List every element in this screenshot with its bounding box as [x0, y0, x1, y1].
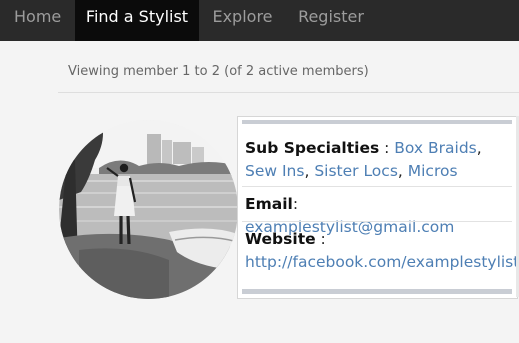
nav-home[interactable]: Home — [0, 0, 75, 41]
row-separator — [242, 186, 512, 187]
website-label: Website — [245, 230, 316, 248]
nav-register[interactable]: Register — [286, 0, 376, 41]
specialty-link-sew-ins[interactable]: Sew Ins — [245, 162, 304, 180]
divider — [58, 92, 519, 93]
row-separator — [242, 221, 512, 222]
website-row: Website : http://facebook.com/examplestyl… — [245, 228, 519, 274]
stylist-avatar[interactable] — [59, 120, 238, 299]
specialty-link-box-braids[interactable]: Box Braids — [394, 139, 476, 157]
website-link[interactable]: http://facebook.com/examplestylist — [245, 253, 519, 271]
card-bottom-bar — [242, 289, 512, 294]
sub-specialties-label: Sub Specialties — [245, 139, 380, 157]
stylist-photo — [59, 120, 238, 299]
email-separator: : — [292, 195, 299, 213]
sub-specialties-row: Sub Specialties : Box Braids, Sew Ins, S… — [245, 139, 482, 180]
stylist-info-card: Sub Specialties : Box Braids, Sew Ins, S… — [237, 116, 519, 299]
email-label: Email — [245, 195, 293, 213]
specialty-link-sister-locs[interactable]: Sister Locs — [314, 162, 398, 180]
sub-specialties-separator: : — [379, 139, 395, 157]
member-count-text: Viewing member 1 to 2 (of 2 active membe… — [68, 64, 369, 79]
top-navbar: Home Find a Stylist Explore Register — [0, 0, 519, 41]
specialty-link-micros[interactable]: Micros — [408, 162, 458, 180]
card-top-bar — [242, 120, 512, 124]
nav-find-a-stylist[interactable]: Find a Stylist — [75, 0, 199, 41]
website-separator: : — [315, 230, 326, 248]
nav-explore[interactable]: Explore — [199, 0, 286, 41]
